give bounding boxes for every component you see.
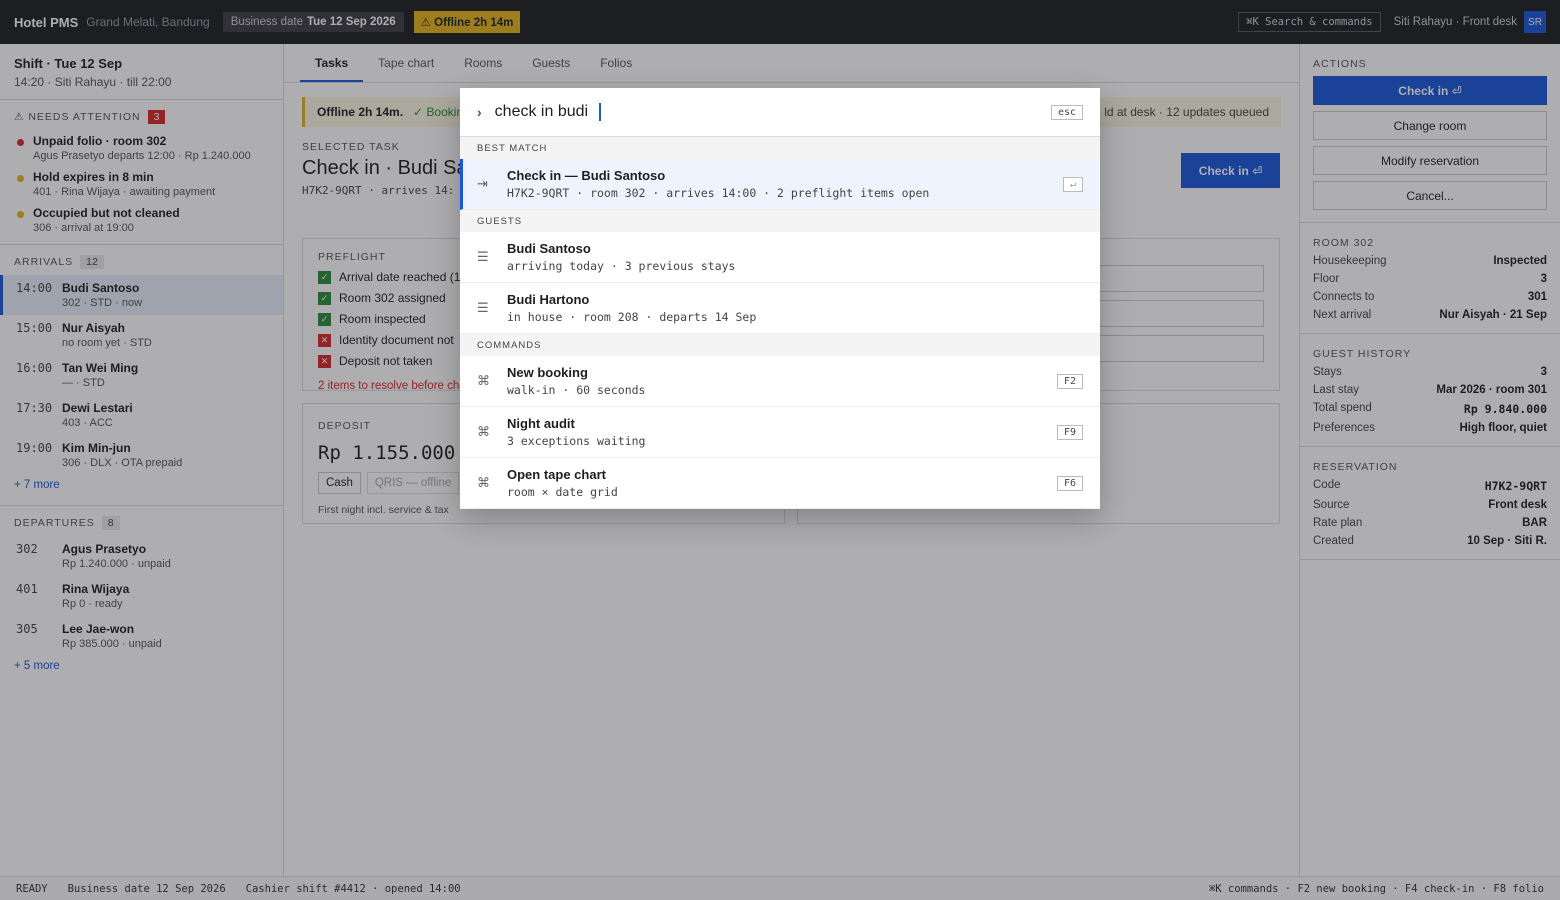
palette-item-subtitle: H7K2-9QRT · room 302 · arrives 14:00 · 2… — [507, 186, 930, 200]
palette-item-title: Budi Hartono — [507, 292, 590, 307]
palette-item-title: Night audit — [507, 416, 575, 431]
command-palette: › check in budi esc BEST MATCH ⇥ Check in … — [460, 88, 1100, 509]
chevron-right-icon: › — [477, 104, 482, 120]
guest-icon: ☰ — [477, 249, 489, 264]
palette-result-item[interactable]: ☰ Budi Hartono in house · room 208 · depar… — [460, 283, 1100, 334]
palette-item-subtitle: 3 exceptions waiting — [507, 434, 646, 448]
palette-item-texts: Budi Santoso arriving today · 3 previous … — [507, 241, 1083, 273]
command-icon: ⌘ — [477, 475, 490, 490]
text-caret — [599, 103, 602, 121]
palette-result-item[interactable]: ⌘ New booking walk-in · 60 seconds F2 — [460, 356, 1100, 407]
palette-item-subtitle: in house · room 208 · departs 14 Sep — [507, 310, 757, 324]
palette-item-title: Budi Santoso — [507, 241, 591, 256]
palette-item-title: Open tape chart — [507, 467, 606, 482]
palette-result-item[interactable]: ⇥ Check in — Budi Santoso H7K2-9QRT · room… — [460, 159, 1100, 210]
palette-results: BEST MATCH ⇥ Check in — Budi Santoso H7K2-9… — [460, 137, 1100, 509]
palette-group-header: BEST MATCH — [460, 137, 1100, 159]
palette-result-item[interactable]: ⌘ Night audit 3 exceptions waiting F9 — [460, 407, 1100, 458]
shortcut-key-hint: F9 — [1056, 424, 1083, 440]
command-icon: ⌘ — [477, 424, 490, 439]
palette-item-title: Check in — Budi Santoso — [507, 168, 666, 183]
palette-item-texts: Check in — Budi Santoso H7K2-9QRT · room … — [507, 168, 1063, 200]
palette-item-title: New booking — [507, 365, 588, 380]
palette-item-subtitle: walk-in · 60 seconds — [507, 383, 646, 397]
palette-group-header: COMMANDS — [460, 334, 1100, 356]
command-search-input[interactable]: › check in budi esc — [460, 88, 1100, 137]
palette-result-item[interactable]: ⌘ Open tape chart room × date grid F6 — [460, 458, 1100, 509]
command-icon: ⌘ — [477, 373, 490, 388]
shortcut-key-hint: F2 — [1056, 373, 1083, 389]
palette-item-subtitle: room × date grid — [507, 485, 618, 499]
shortcut-key-hint: ↵ — [1062, 176, 1083, 192]
palette-item-texts: Night audit 3 exceptions waiting — [507, 416, 1057, 448]
shortcut-key-hint: F6 — [1056, 475, 1083, 491]
check-in-icon: ⇥ — [477, 176, 488, 191]
search-query[interactable]: check in budi — [495, 103, 588, 121]
palette-item-texts: New booking walk-in · 60 seconds — [507, 365, 1057, 397]
palette-item-texts: Open tape chart room × date grid — [507, 467, 1057, 499]
palette-item-subtitle: arriving today · 3 previous stays — [507, 259, 736, 273]
palette-result-item[interactable]: ☰ Budi Santoso arriving today · 3 previous… — [460, 232, 1100, 283]
guest-icon: ☰ — [477, 300, 489, 315]
palette-item-texts: Budi Hartono in house · room 208 · depart… — [507, 292, 1083, 324]
esc-key-hint[interactable]: esc — [1050, 104, 1083, 120]
palette-group-header: GUESTS — [460, 210, 1100, 232]
